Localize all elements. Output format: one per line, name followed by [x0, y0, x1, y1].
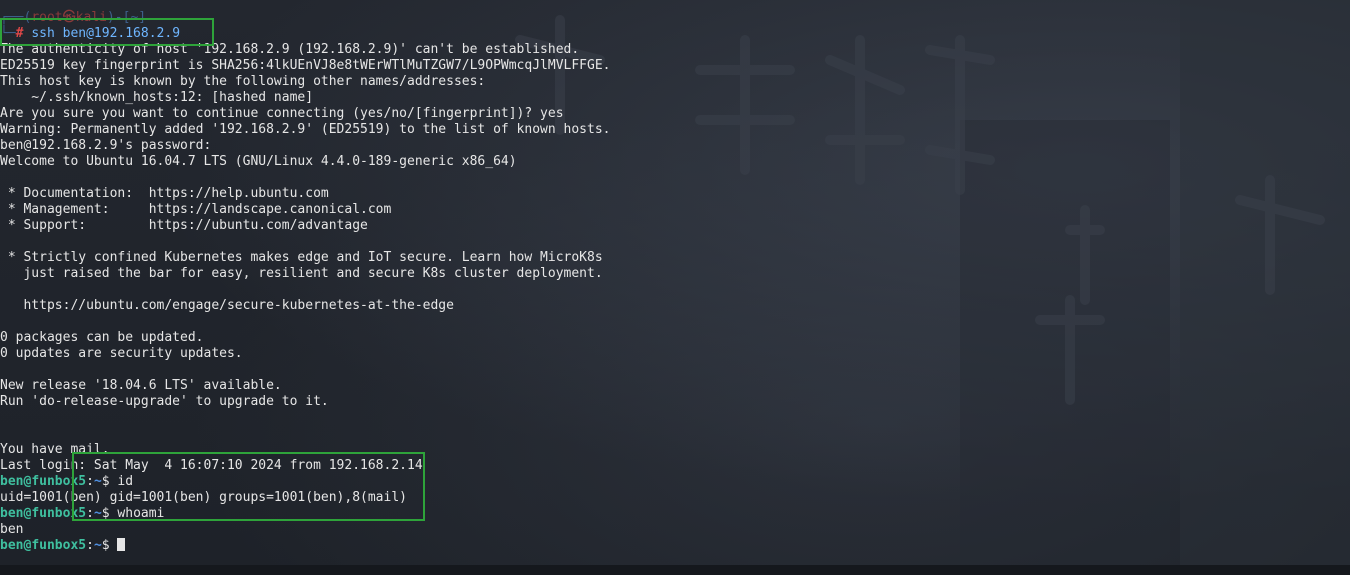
prompt-colon: :	[86, 538, 94, 553]
output-line: https://ubuntu.com/engage/secure-kuberne…	[0, 298, 454, 313]
output-line: New release '18.04.6 LTS' available.	[0, 378, 282, 393]
output-line: * Documentation: https://help.ubuntu.com	[0, 186, 329, 201]
whoami-output-line: ben	[0, 522, 24, 537]
prompt-path: ~	[93, 538, 102, 553]
output-line: Welcome to Ubuntu 16.04.7 LTS (GNU/Linux…	[0, 154, 517, 169]
prompt-user: ben	[0, 506, 24, 521]
bottom-bar	[0, 565, 1350, 575]
highlight-box-ssh	[0, 18, 214, 46]
output-line: Warning: Permanently added '192.168.2.9'…	[0, 122, 611, 137]
prompt-user: ben	[0, 538, 24, 553]
output-line: ben@192.168.2.9's password:	[0, 138, 220, 153]
terminal-window[interactable]: ┌──(root㉿kali)-[~] └─# ssh ben@192.168.2…	[0, 0, 1350, 565]
output-line: just raised the bar for easy, resilient …	[0, 266, 603, 281]
output-line: ED25519 key fingerprint is SHA256:4lkUEn…	[0, 58, 611, 73]
prompt-host: funbox5	[31, 538, 87, 553]
output-line: * Management: https://landscape.canonica…	[0, 202, 392, 217]
highlight-box-id-whoami	[72, 452, 425, 521]
output-line: Run 'do-release-upgrade' to upgrade to i…	[0, 394, 329, 409]
output-line: 0 updates are security updates.	[0, 346, 243, 361]
ben-prompt-line-active[interactable]: ben@funbox5:~$	[0, 538, 610, 554]
output-line: 0 packages can be updated.	[0, 330, 204, 345]
prompt-user: ben	[0, 474, 24, 489]
output-line: Are you sure you want to continue connec…	[0, 106, 564, 121]
output-line: This host key is known by the following …	[0, 74, 486, 89]
prompt-dollar: $	[101, 538, 118, 553]
text-cursor[interactable]	[117, 538, 126, 551]
output-line: * Strictly confined Kubernetes makes edg…	[0, 250, 603, 265]
output-line: * Support: https://ubuntu.com/advantage	[0, 218, 368, 233]
output-line: ~/.ssh/known_hosts:12: [hashed name]	[0, 90, 314, 105]
